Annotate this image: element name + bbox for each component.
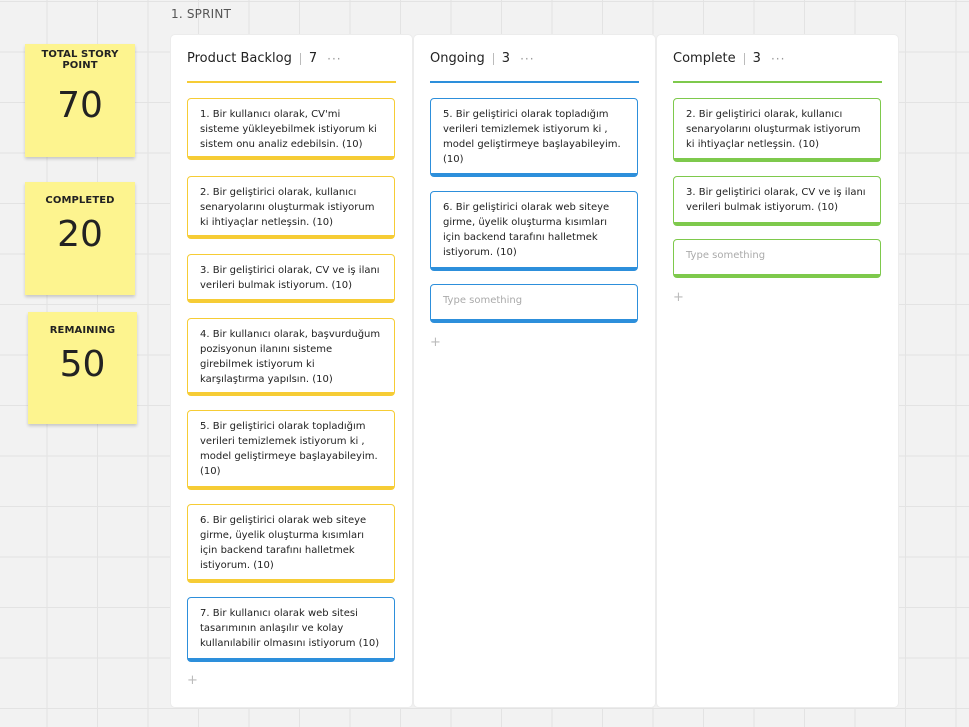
type-something-input[interactable]: Type something <box>673 239 881 278</box>
type-something-input[interactable]: Type something <box>430 284 638 323</box>
card[interactable]: 4. Bir kullanıcı olarak, başvurduğum poz… <box>187 318 395 396</box>
card[interactable]: 5. Bir geliştirici olarak topladığım ver… <box>187 410 395 490</box>
add-card-icon[interactable]: + <box>430 335 441 350</box>
column-header[interactable]: Product Backlog 7 ··· <box>187 51 342 66</box>
column-header[interactable]: Ongoing 3 ··· <box>430 51 535 66</box>
column-header[interactable]: Complete 3 ··· <box>673 51 785 66</box>
column-accent-line <box>430 81 639 83</box>
column-title[interactable]: Ongoing <box>430 51 485 66</box>
add-card-icon[interactable]: + <box>187 673 198 688</box>
sticky-label: TOTAL STORY POINT <box>41 49 119 71</box>
sticky-total-story-point[interactable]: TOTAL STORY POINT 70 <box>25 44 135 157</box>
card[interactable]: 1. Bir kullanıcı olarak, CV'mi sisteme y… <box>187 98 395 160</box>
more-options-icon[interactable]: ··· <box>327 52 341 66</box>
header-divider <box>492 52 494 65</box>
column-complete: Complete 3 ··· 2. Bir geliştirici olarak… <box>657 35 898 707</box>
sticky-label: REMAINING <box>49 325 116 336</box>
column-ongoing: Ongoing 3 ··· 5. Bir geliştirici olarak … <box>414 35 655 707</box>
card[interactable]: 5. Bir geliştirici olarak topladığım ver… <box>430 98 638 177</box>
column-count: 3 <box>752 51 761 66</box>
card[interactable]: 6. Bir geliştirici olarak web siteye gir… <box>187 504 395 583</box>
sticky-completed[interactable]: COMPLETED 20 <box>25 182 135 295</box>
frame-title[interactable]: 1. SPRINT <box>171 7 231 21</box>
card[interactable]: 7. Bir kullanıcı olarak web sitesi tasar… <box>187 597 395 662</box>
column-count: 7 <box>308 51 318 66</box>
column-product-backlog: Product Backlog 7 ··· 1. Bir kullanıcı o… <box>171 35 412 707</box>
header-divider <box>299 52 301 65</box>
column-accent-line <box>673 81 882 83</box>
sticky-value: 20 <box>57 214 103 255</box>
column-title[interactable]: Product Backlog <box>187 51 292 66</box>
header-divider <box>743 52 745 65</box>
more-options-icon[interactable]: ··· <box>771 52 785 66</box>
column-accent-line <box>187 81 396 83</box>
sticky-value: 50 <box>59 344 106 385</box>
column-title[interactable]: Complete <box>673 51 736 66</box>
add-card-icon[interactable]: + <box>673 290 684 305</box>
card[interactable]: 2. Bir geliştirici olarak, kullanıcı sen… <box>187 176 395 239</box>
column-count: 3 <box>501 51 511 66</box>
card[interactable]: 2. Bir geliştirici olarak, kullanıcı sen… <box>673 98 881 162</box>
more-options-icon[interactable]: ··· <box>520 52 534 66</box>
card[interactable]: 3. Bir geliştirici olarak, CV ve iş ilan… <box>187 254 395 303</box>
sticky-label: COMPLETED <box>45 195 115 206</box>
card[interactable]: 6. Bir geliştirici olarak web siteye gir… <box>430 191 638 271</box>
sticky-value: 70 <box>57 85 103 126</box>
card[interactable]: 3. Bir geliştirici olarak, CV ve iş ilan… <box>673 176 881 226</box>
sticky-remaining[interactable]: REMAINING 50 <box>28 312 137 424</box>
